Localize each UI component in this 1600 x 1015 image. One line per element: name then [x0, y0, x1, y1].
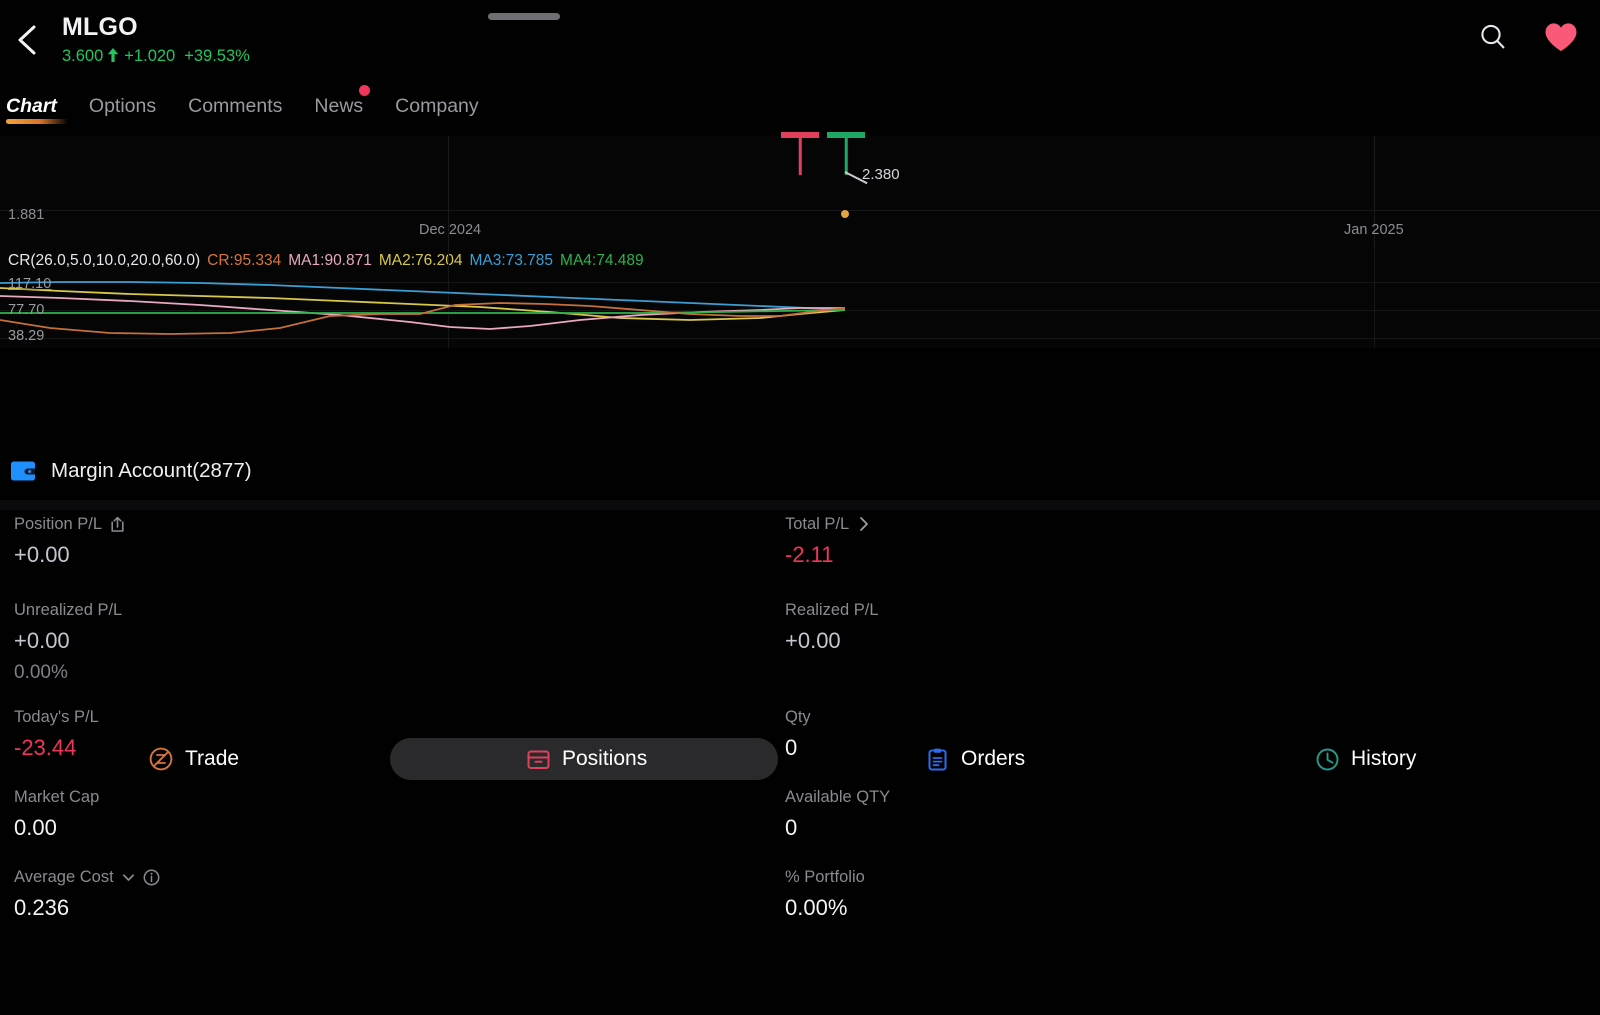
info-icon[interactable]	[143, 869, 160, 886]
header: MLGO 3.600 +1.020 +39.53%	[0, 0, 1600, 88]
indicator-pane[interactable]: CR(26.0,5.0,10.0,20.0,60.0) CR:95.334 MA1:…	[0, 250, 1600, 348]
chart-date-label-dec: Dec 2024	[419, 222, 482, 238]
stat-position-pl-label: Position P/L	[14, 515, 103, 533]
stat-unrealized-pl: Unrealized P/L +0.00 0.00%	[14, 600, 122, 684]
section-tabs: Chart Options Comments News Company	[0, 85, 495, 134]
stat-realized-pl: Realized P/L +0.00	[785, 600, 879, 654]
stat-qty-value: 0	[785, 735, 798, 760]
tab-comments-label: Comments	[188, 95, 283, 117]
stat-market-cap: Market Cap 0.00	[14, 787, 99, 841]
candle-up	[827, 132, 865, 182]
tab-news[interactable]: News	[298, 85, 379, 120]
stat-unrealized-pl-value: +0.00	[14, 628, 70, 653]
back-button[interactable]	[6, 18, 50, 62]
chart-price-axis-label: 1.881	[8, 207, 45, 223]
tab-news-label: News	[314, 95, 364, 117]
indicator-curves	[0, 281, 846, 335]
stat-unrealized-pl-pct: 0.00%	[14, 662, 68, 683]
volume-dot-marker	[841, 210, 849, 218]
tab-comments[interactable]: Comments	[172, 92, 298, 120]
up-arrow-icon	[107, 47, 119, 67]
stat-todays-pl-label: Today's P/L	[14, 708, 99, 726]
account-label: Margin Account(2877)	[51, 459, 252, 482]
stat-portfolio-pct-label: % Portfolio	[785, 868, 865, 886]
tab-options-label: Options	[88, 95, 157, 117]
header-actions	[1470, 14, 1584, 60]
stat-todays-pl: Today's P/L -23.44	[14, 707, 99, 761]
tab-active-underline	[6, 119, 68, 124]
last-price-annotation: 2.380	[862, 166, 900, 183]
share-icon[interactable]	[109, 516, 126, 533]
chart-gridline-h	[0, 210, 1600, 211]
stat-realized-pl-label: Realized P/L	[785, 601, 879, 619]
stat-position-pl-value: +0.00	[14, 542, 70, 567]
position-stats: Position P/L +0.00 Total P/L -2.11 Unrea…	[0, 514, 1600, 947]
search-icon	[1481, 24, 1505, 49]
stat-total-pl-label: Total P/L	[785, 515, 850, 533]
news-badge-dot	[359, 85, 371, 96]
stat-portfolio-pct: % Portfolio 0.00%	[785, 867, 865, 921]
tab-company-label: Company	[395, 95, 479, 117]
price-change: +1.020	[124, 47, 176, 65]
stat-realized-pl-value: +0.00	[785, 628, 841, 653]
tab-options[interactable]: Options	[73, 92, 172, 120]
stat-row: Market Cap 0.00 Available QTY 0	[0, 787, 1600, 867]
symbol-ticker: MLGO	[62, 13, 138, 41]
stat-available-qty-label: Available QTY	[785, 788, 891, 806]
chevron-right-icon	[860, 517, 869, 531]
chevron-down-icon[interactable]	[121, 870, 136, 885]
stat-available-qty-value: 0	[785, 815, 798, 840]
wallet-icon	[10, 458, 36, 484]
stat-qty-label: Qty	[785, 708, 811, 726]
last-price: 3.600	[62, 47, 104, 65]
favorite-button[interactable]	[1538, 14, 1584, 60]
search-button[interactable]	[1470, 14, 1516, 60]
stat-position-pl: Position P/L +0.00	[14, 514, 126, 568]
stat-row: Position P/L +0.00 Total P/L -2.11	[0, 514, 1600, 600]
chevron-left-icon	[18, 25, 36, 55]
indicator-scale-mid: 77.70	[8, 302, 45, 318]
stat-market-cap-value: 0.00	[14, 815, 57, 840]
stat-portfolio-pct-value: 0.00%	[785, 895, 848, 920]
tab-chart[interactable]: Chart	[0, 92, 73, 124]
stat-average-cost[interactable]: Average Cost 0.236	[14, 867, 160, 921]
heart-icon	[1545, 22, 1577, 51]
stat-row: Today's P/L -23.44 Qty 0	[0, 707, 1600, 787]
chart-date-label-jan: Jan 2025	[1344, 222, 1404, 238]
stat-available-qty: Available QTY 0	[785, 787, 890, 841]
indicator-scale-top: 117.10	[8, 276, 52, 292]
quote-line: 3.600 +1.020 +39.53%	[62, 46, 250, 66]
trade-segment-bar: Trade Positions Orders History	[0, 360, 1600, 780]
stat-average-cost-value: 0.236	[14, 895, 70, 920]
tab-company[interactable]: Company	[379, 92, 494, 120]
stat-qty: Qty 0	[785, 707, 811, 761]
account-selector[interactable]: Margin Account(2877)	[0, 444, 1600, 498]
symbol-block: MLGO 3.600 +1.020 +39.53%	[62, 12, 250, 66]
stat-total-pl-value: -2.11	[785, 542, 834, 567]
stat-average-cost-label: Average Cost	[14, 868, 114, 886]
stat-todays-pl-value: -23.44	[14, 735, 77, 760]
price-change-pct: +39.53%	[184, 47, 250, 65]
candle-down	[781, 132, 819, 182]
stat-row: Average Cost 0.236 % Portfolio 0.00%	[0, 867, 1600, 947]
stat-total-pl[interactable]: Total P/L -2.11	[785, 514, 872, 568]
section-divider	[0, 500, 1600, 510]
stat-unrealized-pl-label: Unrealized P/L	[14, 601, 123, 619]
stock-detail-screen: MLGO 3.600 +1.020 +39.53% Chart Options …	[0, 0, 1600, 1015]
indicator-scale-bottom: 38.29	[8, 328, 45, 344]
stat-row: Unrealized P/L +0.00 0.00% Realized P/L …	[0, 600, 1600, 707]
stat-market-cap-label: Market Cap	[14, 788, 100, 806]
tab-chart-label: Chart	[6, 95, 57, 117]
